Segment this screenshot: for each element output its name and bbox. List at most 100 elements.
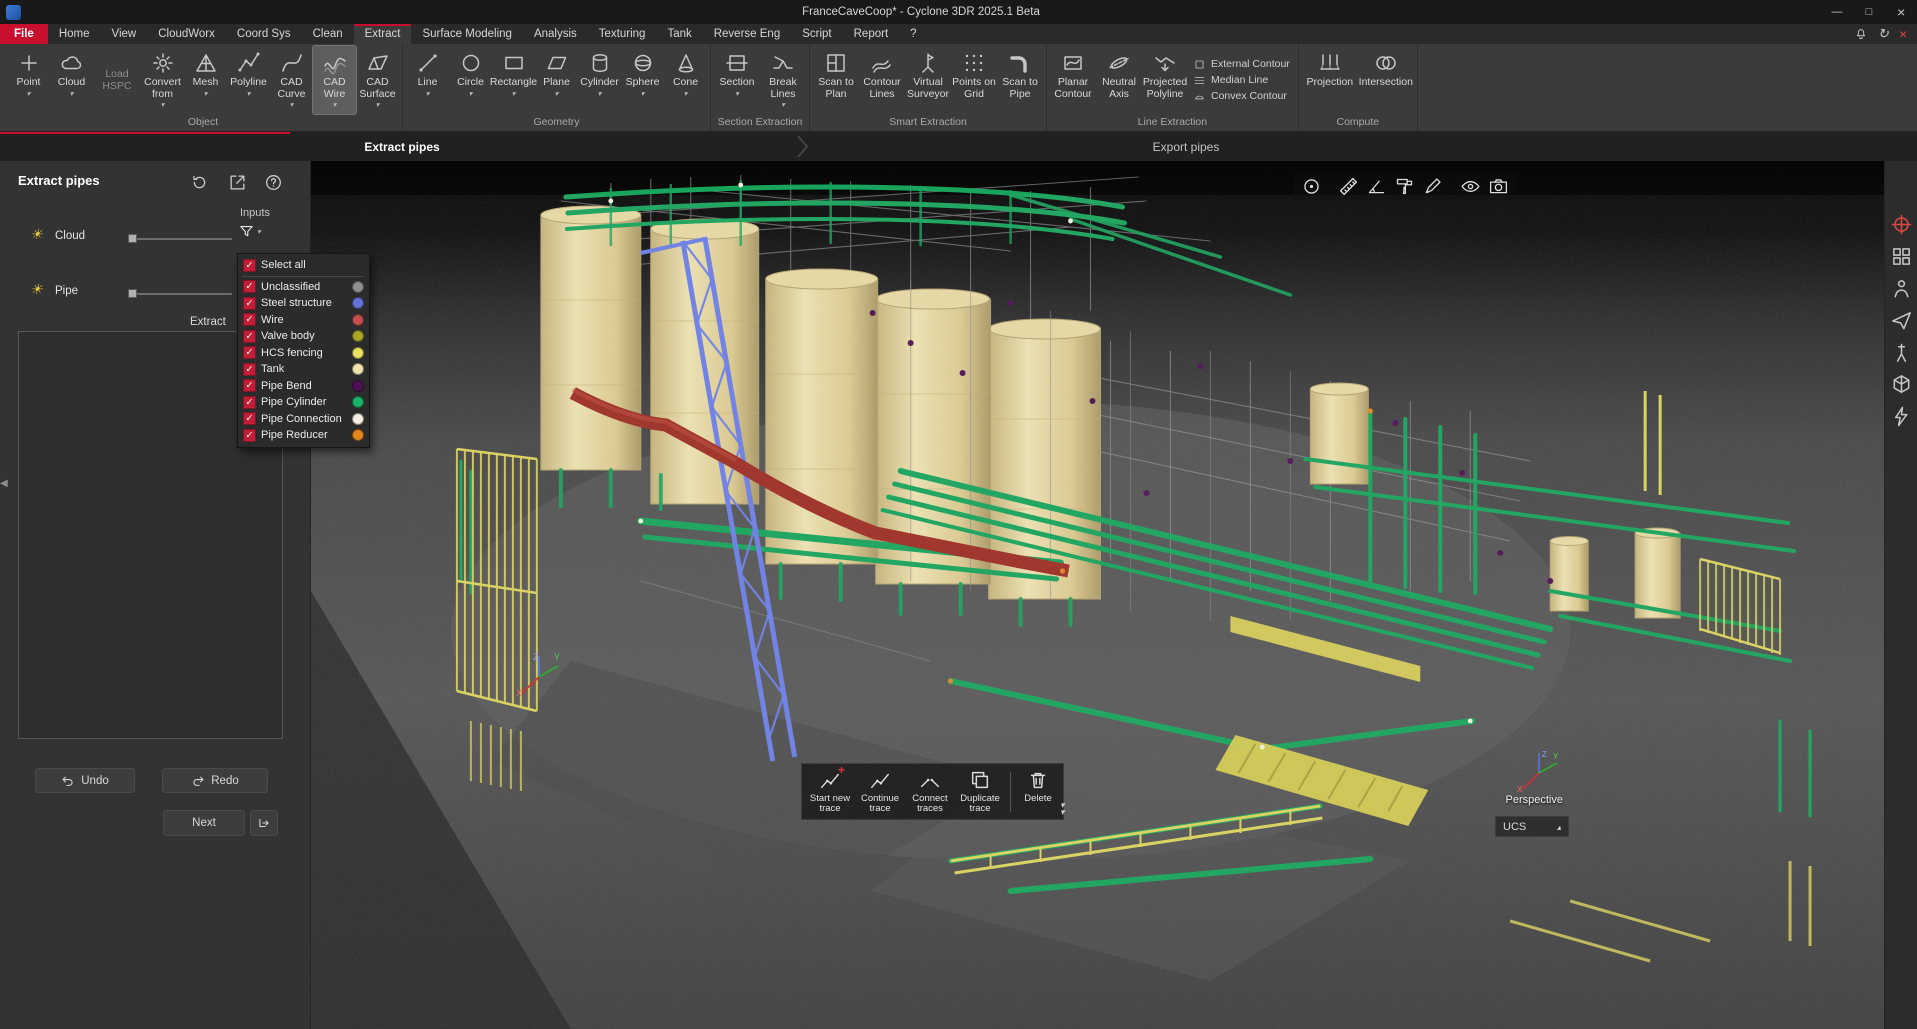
- filter-item-unclassified[interactable]: ✓ Unclassified: [238, 279, 369, 296]
- menu-tab-report[interactable]: Report: [843, 24, 900, 44]
- paint-classify-icon[interactable]: [1394, 176, 1415, 197]
- menu-tab-cloudworx[interactable]: CloudWorx: [147, 24, 226, 44]
- maximize-button[interactable]: [1853, 0, 1885, 24]
- panel-collapse-handle[interactable]: [0, 478, 8, 489]
- markup-icon[interactable]: [1422, 176, 1443, 197]
- filter-item-wire[interactable]: ✓ Wire: [238, 312, 369, 329]
- checkbox[interactable]: ✓: [243, 280, 256, 293]
- checkbox[interactable]: ✓: [243, 313, 256, 326]
- view-axis-triad[interactable]: Z Y X: [1515, 747, 1561, 793]
- export-settings-button[interactable]: [224, 169, 250, 195]
- sync-icon[interactable]: [1878, 26, 1889, 42]
- checkbox[interactable]: ✓: [243, 429, 256, 442]
- minimize-button[interactable]: [1821, 0, 1853, 24]
- menu-tab-texturing[interactable]: Texturing: [588, 24, 657, 44]
- checkbox[interactable]: ✓: [243, 379, 256, 392]
- slider-handle[interactable]: [128, 234, 137, 243]
- reset-button[interactable]: [186, 169, 212, 195]
- next-button[interactable]: Next: [163, 810, 245, 836]
- pipe-visibility-bulb-icon[interactable]: [30, 282, 43, 296]
- ribbon-button-median-line[interactable]: Median Line: [1193, 74, 1290, 87]
- ribbon-button-cloud[interactable]: Cloud: [50, 46, 93, 114]
- checkbox[interactable]: ✓: [243, 259, 256, 272]
- ribbon-button-planar-contour[interactable]: Planar Contour: [1050, 46, 1096, 114]
- menu-tab-home[interactable]: Home: [48, 24, 101, 44]
- filter-item-pipe-reducer[interactable]: ✓ Pipe Reducer: [238, 427, 369, 444]
- ribbon-button-projected-polyline[interactable]: Projected Polyline: [1142, 46, 1188, 114]
- ribbon-button-convert-from[interactable]: Convert from: [141, 46, 184, 114]
- dismiss-icon[interactable]: [1899, 26, 1907, 42]
- slider-handle[interactable]: [128, 289, 137, 298]
- visibility-icon[interactable]: [1460, 176, 1481, 197]
- help-button[interactable]: [260, 169, 286, 195]
- filter-item-tank[interactable]: ✓ Tank: [238, 361, 369, 378]
- camera-view-icon[interactable]: [1488, 176, 1509, 197]
- redo-button[interactable]: Redo: [162, 768, 268, 793]
- menu-tab-reverse-eng[interactable]: Reverse Eng: [703, 24, 791, 44]
- ribbon-button-cad-curve[interactable]: CAD Curve: [270, 46, 313, 114]
- menu-tab-view[interactable]: View: [101, 24, 148, 44]
- menu-tab-file[interactable]: File: [0, 24, 48, 44]
- notifications-bell-icon[interactable]: [1854, 27, 1868, 41]
- checkbox[interactable]: ✓: [243, 297, 256, 310]
- ribbon-button-cad-surface[interactable]: CAD Surface: [356, 46, 399, 114]
- center-view-icon[interactable]: [1301, 176, 1322, 197]
- ribbon-button-plane[interactable]: Plane: [535, 46, 578, 114]
- connect-traces-button[interactable]: Connect traces: [905, 769, 955, 815]
- ribbon-button-polyline[interactable]: Polyline: [227, 46, 270, 114]
- ribbon-button-scan-to-plan[interactable]: Scan to Plan: [813, 46, 859, 114]
- orbit-mode-icon[interactable]: [1890, 213, 1913, 236]
- pipe-opacity-slider[interactable]: [128, 293, 232, 295]
- filter-item-steel-structure[interactable]: ✓ Steel structure: [238, 295, 369, 312]
- checkbox[interactable]: ✓: [243, 363, 256, 376]
- ribbon-button-projection[interactable]: Projection: [1302, 46, 1358, 114]
- ribbon-button-point[interactable]: Point: [7, 46, 50, 114]
- station-view-icon[interactable]: [1890, 341, 1913, 364]
- undo-button[interactable]: Undo: [35, 768, 135, 793]
- menu-tab-clean[interactable]: Clean: [302, 24, 354, 44]
- ribbon-button-scan-to-pipe[interactable]: Scan to Pipe: [997, 46, 1043, 114]
- 3d-viewport[interactable]: Z Y X + Start new trace Continue trace C…: [311, 161, 1884, 1029]
- filter-item-hcs-fencing[interactable]: ✓ HCS fencing: [238, 345, 369, 362]
- collapse-trace-toolbar-button[interactable]: [1060, 803, 1065, 817]
- quick-render-icon[interactable]: [1890, 405, 1913, 428]
- ribbon-button-cylinder[interactable]: Cylinder: [578, 46, 621, 114]
- ribbon-button-virtual-surveyor[interactable]: Virtual Surveyor: [905, 46, 951, 114]
- close-button[interactable]: [1885, 0, 1917, 24]
- menu-tab-help[interactable]: ?: [899, 24, 927, 44]
- measure-angle-icon[interactable]: [1366, 176, 1387, 197]
- ribbon-button-external-contour[interactable]: External Contour: [1193, 58, 1290, 71]
- menu-tab-extract[interactable]: Extract: [354, 24, 412, 44]
- filter-item-pipe-bend[interactable]: ✓ Pipe Bend: [238, 378, 369, 395]
- menu-tab-coord-sys[interactable]: Coord Sys: [226, 24, 302, 44]
- continue-trace-button[interactable]: Continue trace: [855, 769, 905, 815]
- ribbon-button-contour-lines[interactable]: Contour Lines: [859, 46, 905, 114]
- delete-trace-button[interactable]: Delete: [1016, 769, 1060, 815]
- person-view-icon[interactable]: [1890, 277, 1913, 300]
- ribbon-button-points-on-grid[interactable]: Points on Grid: [951, 46, 997, 114]
- filter-item-select-all[interactable]: ✓ Select all: [238, 257, 369, 274]
- measure-distance-icon[interactable]: [1338, 176, 1359, 197]
- iso-view-cube-icon[interactable]: [1890, 373, 1913, 396]
- filter-item-valve-body[interactable]: ✓ Valve body: [238, 328, 369, 345]
- cloud-visibility-bulb-icon[interactable]: [30, 227, 43, 241]
- menu-tab-tank[interactable]: Tank: [656, 24, 702, 44]
- ribbon-button-convex-contour[interactable]: Convex Contour: [1193, 90, 1290, 103]
- menu-tab-script[interactable]: Script: [791, 24, 842, 44]
- projection-mode-label[interactable]: Perspective: [1451, 794, 1563, 806]
- cloud-opacity-slider[interactable]: [128, 238, 232, 240]
- workflow-step-extract-pipes[interactable]: Extract pipes: [252, 132, 552, 161]
- menu-tab-analysis[interactable]: Analysis: [523, 24, 588, 44]
- checkbox[interactable]: ✓: [243, 412, 256, 425]
- filter-item-pipe-cylinder[interactable]: ✓ Pipe Cylinder: [238, 394, 369, 411]
- filter-item-pipe-connection[interactable]: ✓ Pipe Connection: [238, 411, 369, 428]
- checkbox[interactable]: ✓: [243, 396, 256, 409]
- duplicate-trace-button[interactable]: Duplicate trace: [955, 769, 1005, 815]
- point-cloud-scene[interactable]: [311, 161, 1884, 1029]
- ribbon-button-cone[interactable]: Cone: [664, 46, 707, 114]
- ribbon-button-neutral-axis[interactable]: Neutral Axis: [1096, 46, 1142, 114]
- go-to-export-button[interactable]: [250, 810, 278, 836]
- menu-tab-surface-modeling[interactable]: Surface Modeling: [411, 24, 523, 44]
- checkbox[interactable]: ✓: [243, 346, 256, 359]
- start-new-trace-button[interactable]: + Start new trace: [805, 769, 855, 815]
